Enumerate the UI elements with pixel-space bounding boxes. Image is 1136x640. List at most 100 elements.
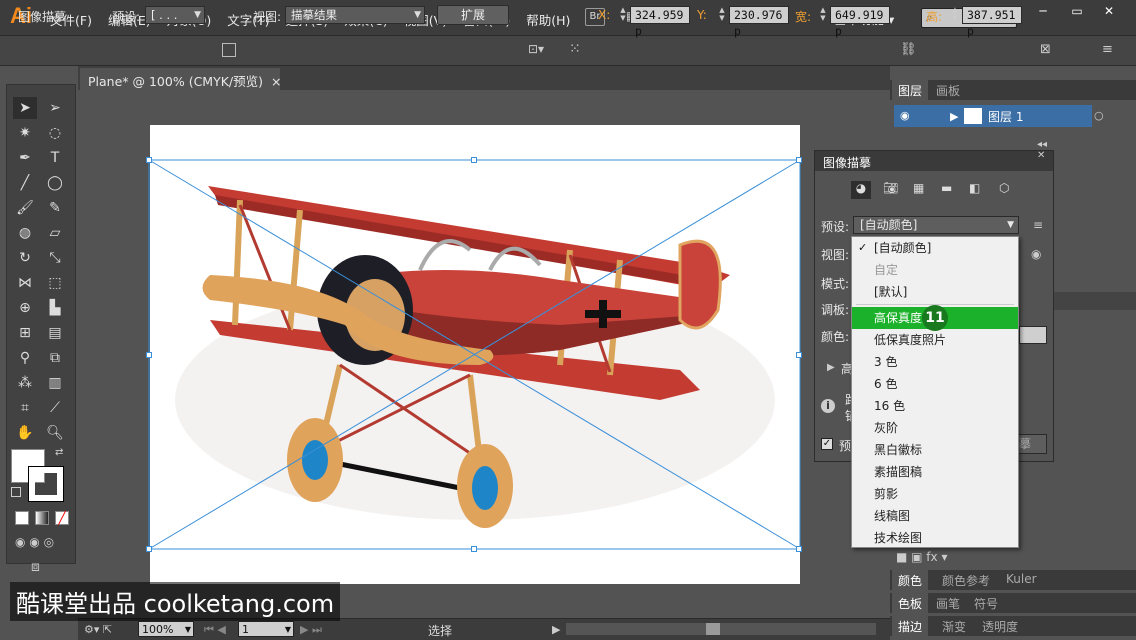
close-icon[interactable]: ✕ xyxy=(1098,4,1120,20)
preset-option[interactable]: 灰阶 xyxy=(852,417,1018,439)
next-page-icon[interactable]: ▶ ⏭ xyxy=(300,623,322,637)
document-tab[interactable]: Plane* @ 100% (CMYK/预览) × xyxy=(80,68,281,90)
tab-stroke[interactable]: 描边 xyxy=(892,616,929,636)
tab-layers[interactable]: 图层 xyxy=(892,80,929,100)
view-eye-icon[interactable]: ◉ xyxy=(1031,247,1041,261)
expand-button[interactable]: 扩展 xyxy=(437,5,509,25)
control-menu-icon[interactable]: ≡ xyxy=(1102,42,1113,57)
resize-handle-right[interactable] xyxy=(796,352,802,358)
maximize-icon[interactable]: ▭ xyxy=(1066,4,1088,20)
y-spinner-icon[interactable]: ▲ ▼ xyxy=(717,6,727,24)
x-spinner-icon[interactable]: ▲ ▼ xyxy=(618,6,628,24)
ellipse-tool-icon[interactable]: ◯ xyxy=(43,172,67,194)
tab-symbols[interactable]: 符号 xyxy=(968,593,1004,613)
expand-triangle-icon[interactable]: ▶ xyxy=(950,110,958,123)
layer-name[interactable]: 图层 1 xyxy=(988,108,1023,125)
selection-tool-icon[interactable]: ➤ xyxy=(13,97,37,119)
blend-tool-icon[interactable]: ⧉ xyxy=(43,347,67,369)
preset-option[interactable]: 技术绘图 xyxy=(852,527,1018,547)
scrollbar-thumb[interactable] xyxy=(706,623,720,635)
preset-option[interactable]: 黑白徽标 xyxy=(852,439,1018,461)
layer-row[interactable]: ◉ ▶ 图层 1 ○ xyxy=(894,105,1104,127)
hand-tool-icon[interactable]: ✋ xyxy=(13,422,37,444)
resize-handle-bottom-left[interactable] xyxy=(146,546,152,552)
draw-mode-icon[interactable]: ◉ ◉ ◎ xyxy=(15,535,54,549)
page-field[interactable]: 1 ▼ xyxy=(238,621,294,637)
width-spinner-icon[interactable]: ▲ ▼ xyxy=(818,6,828,24)
swap-colors-icon[interactable]: ⇄ xyxy=(55,447,63,458)
direct-selection-tool-icon[interactable]: ➢ xyxy=(43,97,67,119)
resize-handle-left[interactable] xyxy=(146,352,152,358)
horizontal-scrollbar[interactable] xyxy=(566,623,876,635)
resize-handle-bottom-right[interactable] xyxy=(796,546,802,552)
black-white-icon[interactable]: ◧ xyxy=(969,181,980,195)
shape-builder-tool-icon[interactable]: ⊕ xyxy=(13,297,37,319)
height-field[interactable]: 387.951 p xyxy=(962,6,1022,38)
auto-color-icon[interactable]: ◕ xyxy=(851,181,871,199)
perspective-grid-tool-icon[interactable]: ▙ xyxy=(43,297,67,319)
trace-panel-icon[interactable] xyxy=(222,43,236,57)
low-color-icon[interactable]: ▦ xyxy=(913,181,924,195)
preset-option[interactable]: 线稿图 xyxy=(852,505,1018,527)
tab-swatches[interactable]: 色板 xyxy=(892,593,929,613)
menu-help[interactable]: 帮助(H) xyxy=(526,10,570,29)
close-tab-icon[interactable]: × xyxy=(271,74,281,89)
status-icons[interactable]: ⚙▾ ⇱ xyxy=(84,623,112,636)
tab-gradient[interactable]: 渐变 xyxy=(936,616,972,636)
view-dropdown[interactable]: 描摹结果 ▼ xyxy=(285,6,425,24)
free-transform-tool-icon[interactable]: ⬚ xyxy=(43,272,67,294)
zoom-tool-icon[interactable]: 🔍︎ xyxy=(43,422,67,444)
width-tool-icon[interactable]: ⋈ xyxy=(13,272,37,294)
stroke-swatch[interactable] xyxy=(28,466,64,502)
artboard-tool-icon[interactable]: ⌗ xyxy=(13,397,37,419)
blob-brush-tool-icon[interactable]: ◍ xyxy=(13,222,37,244)
grayscale-icon[interactable]: ▬ xyxy=(941,181,952,195)
tab-artboards[interactable]: 画板 xyxy=(930,80,966,100)
minimize-icon[interactable]: ─ xyxy=(1032,4,1054,20)
constrain-link-icon[interactable]: ⛓ xyxy=(900,42,917,57)
preset-option[interactable]: 16 色 xyxy=(852,395,1018,417)
tab-brushes[interactable]: 画笔 xyxy=(930,593,966,613)
zoom-field[interactable]: 100% ▼ xyxy=(138,621,194,637)
scale-tool-icon[interactable]: ⤡ xyxy=(43,247,67,269)
color-mode-icon[interactable] xyxy=(15,511,29,525)
status-menu-icon[interactable]: ▶ xyxy=(552,623,560,636)
preset-option[interactable]: 6 色 xyxy=(852,373,1018,395)
lasso-tool-icon[interactable]: ◌ xyxy=(43,122,67,144)
y-field[interactable]: 230.976 p xyxy=(729,6,789,38)
align-icon[interactable]: ⊡▾ xyxy=(528,42,552,58)
x-field[interactable]: 324.959 p xyxy=(630,6,690,38)
gradient-tool-icon[interactable]: ▤ xyxy=(43,322,67,344)
height-spinner-icon[interactable]: ▲ ▼ xyxy=(950,6,960,24)
screen-mode-icon[interactable]: ⧈ xyxy=(31,559,40,575)
rotate-tool-icon[interactable]: ↻ xyxy=(13,247,37,269)
eye-icon[interactable]: ◉ xyxy=(900,109,910,122)
width-field[interactable]: 649.919 p xyxy=(830,6,890,38)
color-field[interactable] xyxy=(1019,326,1047,344)
paintbrush-tool-icon[interactable]: 🖌 xyxy=(13,197,37,219)
tab-color-guide[interactable]: 颜色参考 xyxy=(936,570,996,590)
preset-menu-icon[interactable]: ≡ xyxy=(1033,218,1043,232)
preset-option[interactable]: ✓ [自动颜色] xyxy=(852,237,1018,259)
preset-option[interactable]: 低保真度照片 xyxy=(852,329,1018,351)
tab-color[interactable]: 颜色 xyxy=(892,570,929,590)
preview-checkbox[interactable]: ✓ xyxy=(821,438,833,450)
preset-option[interactable]: 素描图稿 xyxy=(852,461,1018,483)
high-color-icon[interactable]: 📷︎ xyxy=(883,181,898,195)
none-mode-icon[interactable]: ╱ xyxy=(55,511,69,525)
resize-handle-bottom[interactable] xyxy=(471,546,477,552)
pen-tool-icon[interactable]: ✒ xyxy=(13,147,37,169)
outline-icon[interactable]: ⬡ xyxy=(999,181,1009,195)
first-page-icon[interactable]: ⏮ ◀ xyxy=(204,623,226,637)
collapse-icon[interactable]: ◂◂ ✕ xyxy=(1037,139,1053,161)
slice-tool-icon[interactable]: ⟋ xyxy=(43,397,67,419)
type-tool-icon[interactable]: T xyxy=(43,147,67,169)
line-tool-icon[interactable]: ╱ xyxy=(13,172,37,194)
preset-option[interactable]: 3 色 xyxy=(852,351,1018,373)
resize-handle-top-left[interactable] xyxy=(146,157,152,163)
mesh-tool-icon[interactable]: ⊞ xyxy=(13,322,37,344)
magic-wand-tool-icon[interactable]: ✷ xyxy=(13,122,37,144)
reference-point-icon[interactable]: ⁙ xyxy=(569,41,587,59)
resize-handle-top[interactable] xyxy=(471,157,477,163)
preset-dropdown[interactable]: [ . . . ▼ xyxy=(145,6,205,24)
